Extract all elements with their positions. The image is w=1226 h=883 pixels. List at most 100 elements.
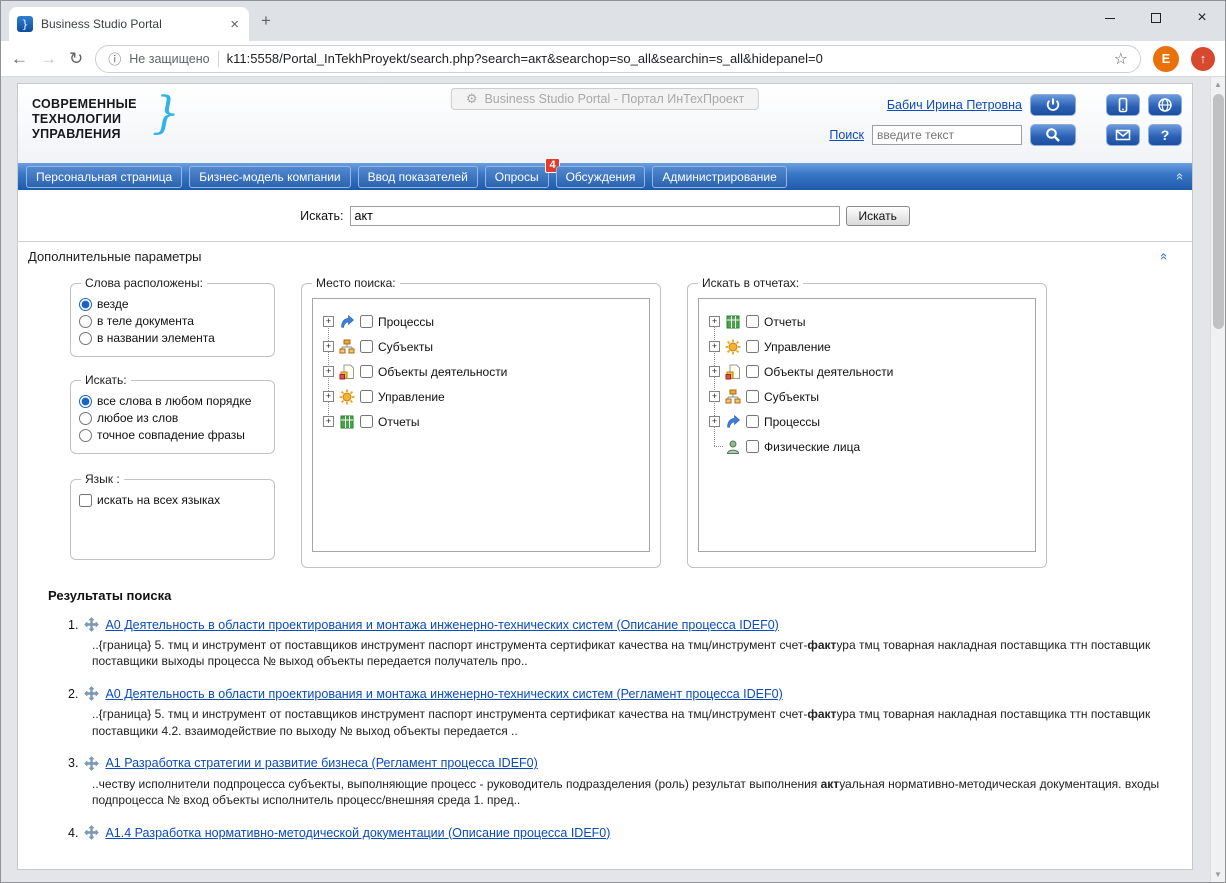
tree-item-label[interactable]: Объекты деятельности <box>764 365 893 379</box>
logout-button[interactable] <box>1030 94 1076 116</box>
radio-any-word-input[interactable] <box>79 412 92 425</box>
params-collapse-button[interactable]: « <box>1161 249 1168 264</box>
tree-checkbox[interactable] <box>746 365 759 378</box>
help-button[interactable]: ? <box>1148 124 1182 146</box>
radio-in-title-input[interactable] <box>79 332 92 345</box>
nav-item-indicators[interactable]: Ввод показателей <box>358 166 478 188</box>
radio-any-word[interactable]: любое из слов <box>79 411 266 425</box>
tree-item-label[interactable]: Процессы <box>378 315 434 329</box>
forward-button[interactable]: → <box>40 49 57 69</box>
tree-item-label[interactable]: Объекты деятельности <box>378 365 507 379</box>
result-link[interactable]: А0 Деятельность в области проектирования… <box>105 687 782 701</box>
radio-all-words[interactable]: все слова в любом порядке <box>79 394 266 408</box>
expand-icon[interactable] <box>323 316 334 327</box>
url-text[interactable]: k11:5558/Portal_InTekhProyekt/search.php… <box>227 51 1106 66</box>
activity-objects-icon <box>725 364 741 380</box>
tree-checkbox[interactable] <box>360 340 373 353</box>
close-button[interactable]: × <box>1179 1 1225 35</box>
radio-exact-phrase[interactable]: точное совпадение фразы <box>79 428 266 442</box>
expand-icon[interactable] <box>709 316 720 327</box>
header-row-search: Поиск ? <box>829 124 1182 146</box>
expand-icon[interactable] <box>709 366 720 377</box>
tree-item-label[interactable]: Управление <box>764 340 831 354</box>
tree-item-label[interactable]: Отчеты <box>764 315 805 329</box>
mail-button[interactable] <box>1106 124 1140 146</box>
nav-item-surveys[interactable]: Опросы4 <box>485 166 549 188</box>
tree-checkbox[interactable] <box>746 415 759 428</box>
expand-icon[interactable] <box>323 341 334 352</box>
tree-item-label[interactable]: Физические лица <box>764 440 860 454</box>
quick-search-button[interactable] <box>1030 124 1076 146</box>
language-button[interactable] <box>1148 94 1182 116</box>
radio-all-words-input[interactable] <box>79 395 92 408</box>
expand-icon[interactable] <box>323 416 334 427</box>
result-link[interactable]: А0 Деятельность в области проектирования… <box>105 618 778 632</box>
radio-exact-phrase-input[interactable] <box>79 429 92 442</box>
expand-icon[interactable] <box>709 391 720 402</box>
tree-item-label[interactable]: Процессы <box>764 415 820 429</box>
tree-item-label[interactable]: Субъекты <box>764 390 819 404</box>
portal-header: СОВРЕМЕННЫЕ ТЕХНОЛОГИИ УПРАВЛЕНИЯ } ⚙ Bu… <box>18 84 1192 163</box>
new-tab-button[interactable]: + <box>261 11 271 31</box>
nav-item-administration[interactable]: Администрирование <box>652 166 786 188</box>
tree-checkbox[interactable] <box>360 365 373 378</box>
quick-search-link[interactable]: Поиск <box>829 128 864 142</box>
back-button[interactable]: ← <box>11 49 28 69</box>
expand-icon[interactable] <box>323 391 334 402</box>
minimize-button[interactable] <box>1087 1 1133 35</box>
checkbox-all-languages-input[interactable] <box>79 494 92 507</box>
page-scrollbar[interactable]: ▲ ▼ <box>1210 77 1225 882</box>
mobile-version-button[interactable] <box>1106 94 1140 116</box>
checkbox-all-languages[interactable]: искать на всех языках <box>79 493 266 507</box>
match-mode-legend: Искать: <box>81 373 131 387</box>
info-icon[interactable]: ⓘ <box>108 49 121 68</box>
portal-container: СОВРЕМЕННЫЕ ТЕХНОЛОГИИ УПРАВЛЕНИЯ } ⚙ Bu… <box>17 83 1193 870</box>
expand-icon[interactable] <box>323 366 334 377</box>
radio-everywhere-input[interactable] <box>79 298 92 311</box>
tree-checkbox[interactable] <box>746 315 759 328</box>
tree-checkbox[interactable] <box>360 415 373 428</box>
tree-item-label[interactable]: Отчеты <box>378 415 419 429</box>
radio-in-title[interactable]: в названии элемента <box>79 331 266 345</box>
nav-item-business-model[interactable]: Бизнес-модель компании <box>189 166 350 188</box>
browser-menu-icon[interactable]: ↑ <box>1191 47 1215 71</box>
expand-icon[interactable] <box>709 341 720 352</box>
tree-checkbox[interactable] <box>360 390 373 403</box>
tree-item-label[interactable]: Субъекты <box>378 340 433 354</box>
refresh-button[interactable]: ↻ <box>69 49 83 69</box>
tree-checkbox[interactable] <box>746 340 759 353</box>
user-name-link[interactable]: Бабич Ирина Петровна <box>887 98 1022 112</box>
result-snippet: ..честву исполнители подпроцесса субъект… <box>92 776 1166 808</box>
scroll-down-button[interactable]: ▼ <box>1211 867 1225 882</box>
tree-checkbox[interactable] <box>746 440 759 453</box>
maximize-button[interactable] <box>1133 1 1179 35</box>
bookmark-star-icon[interactable]: ☆ <box>1114 49 1128 69</box>
scroll-up-button[interactable]: ▲ <box>1211 77 1225 92</box>
tab-close-icon[interactable]: × <box>228 16 241 33</box>
radio-in-body-label: в теле документа <box>97 314 194 328</box>
tree-item-management: Управление <box>323 384 641 409</box>
nav-item-personal-page[interactable]: Персональная страница <box>26 166 182 188</box>
radio-in-body-input[interactable] <box>79 315 92 328</box>
reports-icon <box>339 414 355 430</box>
browser-tab[interactable]: } Business Studio Portal × <box>9 7 249 41</box>
search-button[interactable]: Искать <box>846 206 910 226</box>
quick-search-input[interactable] <box>872 125 1022 145</box>
radio-in-body[interactable]: в теле документа <box>79 314 266 328</box>
profile-avatar[interactable]: E <box>1153 46 1179 72</box>
expand-icon[interactable] <box>709 416 720 427</box>
result-link[interactable]: А1 Разработка стратегии и развитие бизне… <box>105 756 537 770</box>
nav-item-discussions[interactable]: Обсуждения <box>556 166 646 188</box>
search-input[interactable] <box>350 206 840 226</box>
window-controls: × <box>1087 1 1225 35</box>
tree-item-label[interactable]: Управление <box>378 390 445 404</box>
radio-everywhere[interactable]: везде <box>79 297 266 311</box>
nav-collapse-button[interactable]: « <box>1177 168 1184 186</box>
tree-checkbox[interactable] <box>360 315 373 328</box>
result-item: 4. А1.4 Разработка нормативно-методическ… <box>48 825 1166 840</box>
security-label: Не защищено <box>129 52 209 66</box>
tree-checkbox[interactable] <box>746 390 759 403</box>
result-link[interactable]: А1.4 Разработка нормативно-методической … <box>105 826 610 840</box>
scrollbar-thumb[interactable] <box>1213 94 1224 329</box>
address-bar[interactable]: ⓘ Не защищено k11:5558/Portal_InTekhProy… <box>95 45 1141 73</box>
